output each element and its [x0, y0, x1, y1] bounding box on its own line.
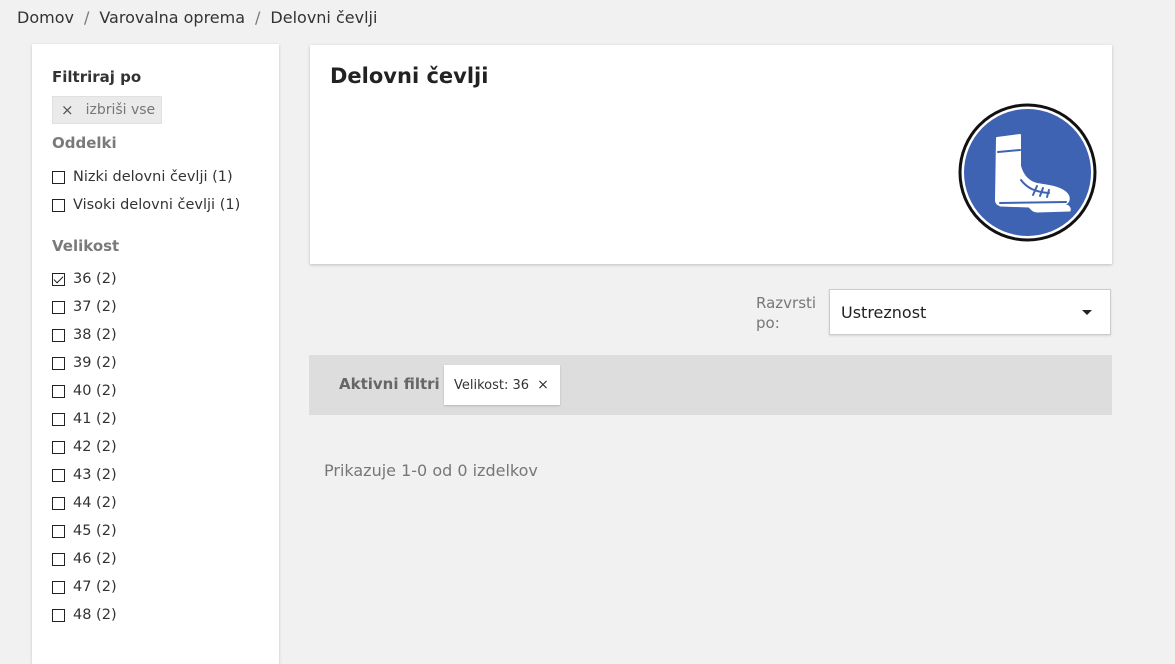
size-option[interactable]: 47 (2) — [52, 573, 279, 601]
departments-group-title: Oddelki — [52, 134, 117, 152]
size-checkbox[interactable] — [52, 524, 65, 538]
department-checkbox[interactable] — [52, 198, 65, 212]
department-option-label: Visoki delovni čevlji (1) — [73, 197, 241, 213]
active-filters-bar: Aktivni filtri Velikost: 36 × — [309, 355, 1112, 415]
size-option-label: 46 (2) — [73, 551, 117, 567]
size-option-label: 37 (2) — [73, 299, 117, 315]
size-checkbox[interactable] — [52, 580, 65, 594]
sort-label-line-1: Razvrsti — [756, 294, 817, 312]
clear-all-label: izbriši vse — [85, 102, 156, 118]
results-count: Prikazuje 1-0 od 0 izdelkov — [324, 461, 538, 480]
size-group-title: Velikost — [52, 237, 120, 255]
close-icon[interactable]: × — [537, 377, 549, 393]
size-option[interactable]: 44 (2) — [52, 489, 279, 517]
page-title: Delovni čevlji — [330, 64, 489, 88]
size-option-label: 36 (2) — [73, 271, 117, 287]
size-option-label: 48 (2) — [73, 607, 117, 623]
size-checkbox[interactable] — [52, 328, 65, 342]
size-option-label: 39 (2) — [73, 355, 117, 371]
size-checkbox[interactable] — [52, 468, 65, 482]
size-option-label: 42 (2) — [73, 439, 117, 455]
breadcrumb-home-link[interactable]: Domov — [17, 8, 74, 27]
size-list: 36 (2) 37 (2) 38 (2) 39 (2) 40 (2) 41 (2) 42 (… — [52, 265, 279, 629]
breadcrumb-current: Delovni čevlji — [270, 8, 378, 27]
size-option[interactable]: 43 (2) — [52, 461, 279, 489]
size-checkbox[interactable] — [52, 608, 65, 622]
close-icon: × — [61, 101, 74, 119]
size-option-label: 47 (2) — [73, 579, 117, 595]
size-option-label: 43 (2) — [73, 467, 117, 483]
size-checkbox[interactable] — [52, 300, 65, 314]
size-option[interactable]: 45 (2) — [52, 517, 279, 545]
sort-label: Razvrsti po: — [756, 293, 816, 333]
size-checkbox[interactable] — [52, 496, 65, 510]
caret-down-icon — [1082, 310, 1092, 315]
size-option-label: 40 (2) — [73, 383, 117, 399]
department-checkbox[interactable] — [52, 170, 65, 184]
size-option[interactable]: 46 (2) — [52, 545, 279, 573]
size-option[interactable]: 36 (2) — [52, 265, 279, 293]
filter-sidebar: Filtriraj po × izbriši vse Oddelki Nizki… — [32, 44, 279, 664]
size-checkbox[interactable] — [52, 384, 65, 398]
sort-select-value: Ustreznost — [841, 302, 927, 322]
department-option[interactable]: Visoki delovni čevlji (1) — [52, 191, 279, 219]
size-checkbox[interactable] — [52, 440, 65, 454]
size-option-label: 45 (2) — [73, 523, 117, 539]
departments-list: Nizki delovni čevlji (1) Visoki delovni č… — [52, 163, 279, 219]
size-checkbox[interactable] — [52, 356, 65, 370]
sort-select[interactable]: Ustreznost — [829, 289, 1111, 335]
department-option[interactable]: Nizki delovni čevlji (1) — [52, 163, 279, 191]
breadcrumb-separator: / — [255, 8, 261, 27]
breadcrumb-category-link[interactable]: Varovalna oprema — [99, 8, 245, 27]
size-checkbox[interactable] — [52, 412, 65, 426]
size-option[interactable]: 40 (2) — [52, 377, 279, 405]
safety-boots-mandatory-sign-icon — [958, 103, 1097, 242]
active-filter-chip-label: Velikost: 36 — [454, 377, 530, 393]
breadcrumb: Domov / Varovalna oprema / Delovni čevlji — [17, 8, 377, 27]
size-option[interactable]: 41 (2) — [52, 405, 279, 433]
size-option[interactable]: 39 (2) — [52, 349, 279, 377]
size-option-label: 38 (2) — [73, 327, 117, 343]
size-checkbox[interactable] — [52, 552, 65, 566]
active-filters-label: Aktivni filtri — [339, 375, 440, 393]
breadcrumb-separator: / — [83, 8, 90, 27]
size-checkbox[interactable] — [52, 272, 65, 286]
clear-all-filters-button[interactable]: × izbriši vse — [52, 96, 163, 124]
size-option[interactable]: 37 (2) — [52, 293, 279, 321]
size-option-label: 41 (2) — [73, 411, 117, 427]
size-option[interactable]: 42 (2) — [52, 433, 279, 461]
department-option-label: Nizki delovni čevlji (1) — [73, 169, 233, 185]
size-option[interactable]: 38 (2) — [52, 321, 279, 349]
filter-title: Filtriraj po — [52, 68, 142, 86]
sort-label-line-2: po: — [756, 314, 780, 332]
size-option[interactable]: 48 (2) — [52, 601, 279, 629]
active-filter-chip[interactable]: Velikost: 36 × — [444, 365, 560, 405]
category-header: Delovni čevlji — [310, 45, 1112, 264]
size-option-label: 44 (2) — [73, 495, 117, 511]
